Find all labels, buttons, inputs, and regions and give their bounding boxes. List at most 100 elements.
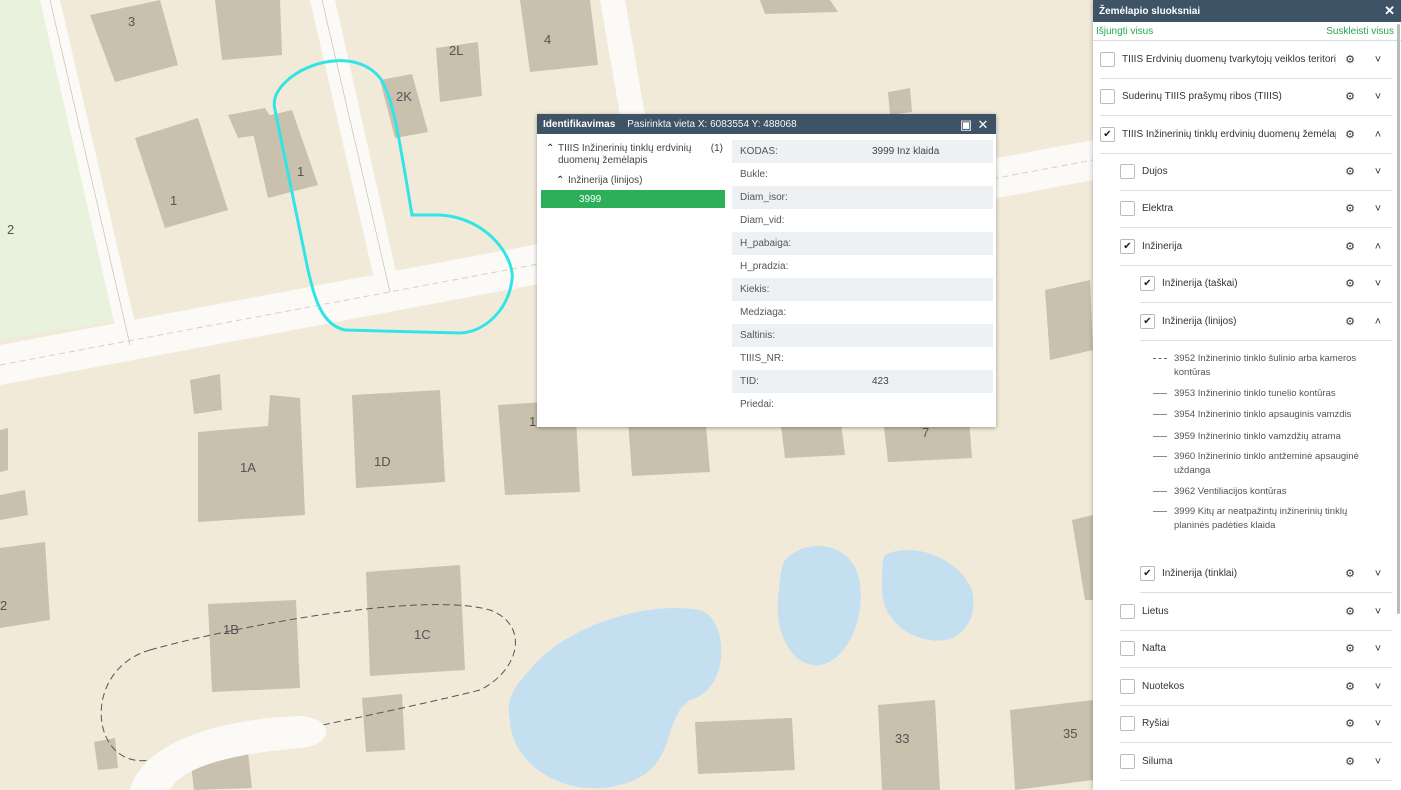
chevron-down-icon[interactable]: ˅ — [1364, 756, 1392, 768]
legend-line-symbol — [1153, 491, 1167, 492]
disable-all-link[interactable]: Išjungti visus — [1096, 26, 1153, 37]
chevron-down-icon[interactable]: ˅ — [1364, 203, 1392, 215]
chevron-down-icon[interactable]: ˅ — [1364, 643, 1392, 655]
gear-icon[interactable]: ⚙ — [1336, 277, 1364, 290]
gear-icon[interactable]: ⚙ — [1336, 567, 1364, 580]
close-icon[interactable]: ✕ — [976, 117, 990, 131]
close-icon[interactable]: ✕ — [1384, 3, 1395, 19]
gear-icon[interactable]: ⚙ — [1336, 680, 1364, 693]
house-number: 2 — [7, 222, 14, 237]
layer-row[interactable]: ✔ Inžinerija (taškai) ⚙ ˅ — [1140, 265, 1392, 303]
legend-item: 3962 Ventiliacijos kontūras — [1153, 485, 1359, 499]
gear-icon[interactable]: ⚙ — [1336, 202, 1364, 215]
chevron-up-icon[interactable]: ˄ — [1364, 316, 1392, 328]
layer-row[interactable]: TIIIS Erdvinių duomenų tvarkytojų veiklo… — [1100, 41, 1392, 79]
house-number: 2K — [396, 89, 412, 104]
house-number: 7 — [922, 425, 929, 440]
layer-checkbox[interactable] — [1120, 164, 1135, 179]
layer-checkbox[interactable]: ✔ — [1120, 239, 1135, 254]
chevron-down-icon[interactable]: ˅ — [1364, 54, 1392, 66]
house-number: 1B — [223, 622, 239, 637]
gear-icon[interactable]: ⚙ — [1336, 642, 1364, 655]
chevron-down-icon[interactable]: ˅ — [1364, 91, 1392, 103]
layer-row[interactable]: Nuotekos ⚙ ˅ — [1120, 668, 1392, 706]
identify-location: Pasirinkta vieta X: 6083554 Y: 488068 — [627, 118, 797, 130]
layer-checkbox[interactable] — [1120, 754, 1135, 769]
attribute-key: H_pabaiga: — [740, 238, 792, 249]
maximize-icon[interactable]: ▣ — [959, 117, 973, 131]
layer-row[interactable]: Suderinų TIIIS prašymų ribos (TIIIS) ⚙ ˅ — [1100, 78, 1392, 116]
layer-row[interactable]: Elektra ⚙ ˅ — [1120, 190, 1392, 228]
attribute-row: Priedai: — [732, 393, 993, 416]
chevron-up-icon[interactable]: ˄ — [1364, 129, 1392, 141]
gear-icon[interactable]: ⚙ — [1336, 128, 1364, 141]
layer-label: Nafta — [1142, 643, 1166, 654]
gear-icon[interactable]: ⚙ — [1336, 315, 1364, 328]
layer-row[interactable]: Šiluma ⚙ ˅ — [1120, 743, 1392, 781]
legend-item: 3954 Inžinerinio tinklo apsauginis vamzd… — [1153, 408, 1359, 422]
gear-icon[interactable]: ⚙ — [1336, 240, 1364, 253]
gear-icon[interactable]: ⚙ — [1336, 605, 1364, 618]
layer-checkbox[interactable] — [1120, 716, 1135, 731]
layer-checkbox[interactable] — [1120, 641, 1135, 656]
layer-label: Lietus — [1142, 606, 1169, 617]
chevron-down-icon[interactable]: ˅ — [1364, 681, 1392, 693]
layer-row[interactable]: Nafta ⚙ ˅ — [1120, 630, 1392, 668]
chevron-down-icon[interactable]: ˅ — [1364, 568, 1392, 580]
gear-icon[interactable]: ⚙ — [1336, 755, 1364, 768]
layer-checkbox[interactable]: ✔ — [1140, 566, 1155, 581]
chevron-up-icon[interactable]: ⌃ — [556, 175, 568, 186]
attribute-key: TID: — [740, 376, 759, 387]
layer-row[interactable]: ✔ Inžinerija ⚙ ˄ — [1120, 228, 1392, 266]
layer-row[interactable]: Ryšiai ⚙ ˅ — [1120, 705, 1392, 743]
attribute-row: Saltinis: — [732, 324, 993, 347]
house-number: 1C — [414, 627, 431, 642]
gear-icon[interactable]: ⚙ — [1336, 90, 1364, 103]
layer-label: Dujos — [1142, 166, 1168, 177]
legend-label: 3960 Inžinerinio tinklo antžeminė apsaug… — [1174, 451, 1359, 476]
layer-checkbox[interactable]: ✔ — [1140, 276, 1155, 291]
layers-actions: Išjungti visus Suskleisti visus — [1093, 22, 1401, 41]
layer-checkbox[interactable] — [1100, 52, 1115, 67]
house-number: 35 — [1063, 726, 1077, 741]
chevron-down-icon[interactable]: ˅ — [1364, 718, 1392, 730]
layer-row[interactable]: Lietus ⚙ ˅ — [1120, 593, 1392, 631]
collapse-all-link[interactable]: Suskleisti visus — [1326, 26, 1394, 37]
attribute-row: KODAS: 3999 Inz klaida — [732, 140, 993, 163]
chevron-down-icon[interactable]: ˅ — [1364, 166, 1392, 178]
chevron-up-icon[interactable]: ⌃ — [546, 143, 558, 154]
legend-label: 3962 Ventiliacijos kontūras — [1174, 486, 1287, 497]
identify-header[interactable]: Identifikavimas Pasirinkta vieta X: 6083… — [537, 114, 996, 134]
chevron-up-icon[interactable]: ˄ — [1364, 241, 1392, 253]
tree-selected-feature[interactable]: 3999 — [541, 190, 725, 208]
layer-checkbox[interactable] — [1120, 604, 1135, 619]
layer-label: TIIIS Inžinerinių tinklų erdvinių duomen… — [1122, 129, 1336, 140]
tree-layer-row[interactable]: ⌃ TIIIS Inžinerinių tinklų erdvinių duom… — [546, 143, 729, 167]
attribute-key: Diam_vid: — [740, 215, 785, 226]
attribute-row: Medziaga: — [732, 301, 993, 324]
gear-icon[interactable]: ⚙ — [1336, 717, 1364, 730]
chevron-down-icon[interactable]: ˅ — [1364, 606, 1392, 618]
attribute-key: Priedai: — [740, 399, 774, 410]
legend-label: 3959 Inžinerinio tinklo vamzdžių atrama — [1174, 431, 1341, 442]
attribute-row: H_pradzia: — [732, 255, 993, 278]
layer-checkbox[interactable] — [1120, 201, 1135, 216]
layer-row[interactable]: ✔ Inžinerija (linijos) ⚙ ˄ — [1140, 303, 1392, 341]
legend-item: 3953 Inžinerinio tinklo tunelio kontūras — [1153, 387, 1359, 401]
identify-tree: ⌃ TIIIS Inžinerinių tinklų erdvinių duom… — [537, 134, 729, 427]
layer-row[interactable]: ✔ TIIIS Inžinerinių tinklų erdvinių duome… — [1100, 116, 1392, 154]
scrollbar[interactable] — [1397, 24, 1400, 614]
layer-row[interactable]: ✔ Inžinerija (tinklai) ⚙ ˅ — [1140, 555, 1392, 593]
gear-icon[interactable]: ⚙ — [1336, 165, 1364, 178]
gear-icon[interactable]: ⚙ — [1336, 53, 1364, 66]
attribute-row: TIIIS_NR: — [732, 347, 993, 370]
layer-checkbox[interactable]: ✔ — [1140, 314, 1155, 329]
chevron-down-icon[interactable]: ˅ — [1364, 278, 1392, 290]
layer-checkbox[interactable]: ✔ — [1100, 127, 1115, 142]
layer-checkbox[interactable] — [1100, 89, 1115, 104]
layer-row[interactable]: Dujos ⚙ ˅ — [1120, 153, 1392, 191]
layer-label: Ryšiai — [1142, 718, 1170, 729]
house-number: 1 — [529, 414, 536, 429]
layer-checkbox[interactable] — [1120, 679, 1135, 694]
tree-sublayer-row[interactable]: ⌃ Inžinerija (linijos) — [556, 175, 729, 186]
